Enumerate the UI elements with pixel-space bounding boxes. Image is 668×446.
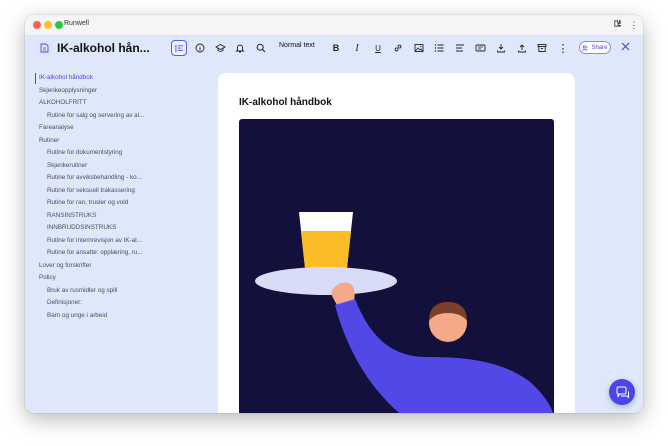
minimize-window-button[interactable] bbox=[44, 21, 52, 29]
app-name: Runwell bbox=[64, 20, 89, 27]
outline-item[interactable]: IK-alkohol håndbok bbox=[39, 74, 93, 81]
italic-button[interactable]: I bbox=[349, 40, 365, 56]
upload-icon bbox=[518, 44, 526, 53]
info-button[interactable] bbox=[192, 40, 208, 56]
share-label: Share bbox=[591, 44, 608, 51]
search-icon bbox=[256, 43, 266, 53]
outline-item[interactable]: Barn og unge i arbeid bbox=[47, 312, 107, 319]
archive-icon bbox=[537, 44, 547, 52]
outline-sidebar: IK-alkohol håndbok Skjenkeopplysninger A… bbox=[25, 63, 215, 413]
link-button[interactable] bbox=[390, 40, 406, 56]
close-document-button[interactable] bbox=[617, 40, 633, 56]
search-button[interactable] bbox=[253, 40, 269, 56]
image-button[interactable] bbox=[411, 40, 427, 56]
outline-item[interactable]: INNBRUDDSINSTRUKS bbox=[47, 224, 116, 231]
outline-item[interactable]: Skjenkeopplysninger bbox=[39, 87, 97, 94]
outline-item[interactable]: Definisjoner: bbox=[47, 299, 82, 306]
outline-icon bbox=[174, 44, 183, 52]
outline-item[interactable]: Rutine for avviksbehandling - ko... bbox=[47, 174, 142, 181]
outline-item[interactable]: Rutine for salg og servering av al... bbox=[47, 112, 144, 119]
info-icon bbox=[195, 43, 205, 53]
outline-item[interactable]: Rutine for ran, trusler og vold bbox=[47, 199, 128, 206]
upload-button[interactable] bbox=[514, 40, 530, 56]
share-button[interactable]: Share bbox=[579, 41, 611, 54]
archive-button[interactable] bbox=[534, 40, 550, 56]
editor-toolbar: IK-alkohol hån... Normal text B I U ⋮ Sh… bbox=[25, 35, 643, 63]
document-icon bbox=[40, 43, 48, 53]
document-heading[interactable]: IK-alkohol håndbok bbox=[239, 97, 332, 108]
cover-illustration bbox=[239, 119, 554, 413]
link-icon bbox=[394, 44, 402, 52]
outline-item[interactable]: RANSINSTRUKS bbox=[47, 212, 96, 219]
outline-toggle-button[interactable] bbox=[171, 40, 187, 56]
outline-item[interactable]: Rutine for ansatte: opplæring, ru... bbox=[47, 249, 143, 256]
bullet-list-button[interactable] bbox=[431, 40, 447, 56]
outline-item[interactable]: Rutine for dokumentstyring bbox=[47, 149, 122, 156]
share-icon bbox=[582, 45, 588, 51]
text-style-select[interactable]: Normal text bbox=[279, 42, 315, 49]
align-button[interactable] bbox=[452, 40, 468, 56]
align-icon bbox=[456, 44, 464, 52]
outline-item[interactable]: ALKOHOLFRITT bbox=[39, 99, 87, 106]
active-indicator bbox=[35, 73, 36, 84]
chat-icon bbox=[616, 386, 629, 398]
outline-item[interactable]: Fareanalyse bbox=[39, 124, 74, 131]
image-icon bbox=[414, 44, 424, 52]
more-icon: ⋮ bbox=[557, 42, 569, 55]
bold-button[interactable]: B bbox=[328, 40, 344, 56]
outline-item[interactable]: Skjenkerutiner bbox=[47, 162, 87, 169]
outline-item[interactable]: Policy bbox=[39, 274, 56, 281]
bell-icon bbox=[235, 44, 245, 53]
document-icon-button[interactable] bbox=[36, 40, 52, 56]
extensions-icon[interactable] bbox=[611, 19, 623, 31]
outline-item[interactable]: Rutine for internrevisjon av IK-al... bbox=[47, 237, 142, 244]
close-icon bbox=[621, 42, 629, 51]
underline-button[interactable]: U bbox=[370, 40, 386, 56]
outline-item[interactable]: Lover og forskrifter bbox=[39, 262, 92, 269]
window-menu-icon[interactable]: ⋮ bbox=[628, 19, 640, 31]
embed-button[interactable] bbox=[472, 40, 488, 56]
chat-button[interactable] bbox=[609, 379, 635, 405]
italic-icon: I bbox=[355, 42, 359, 54]
outline-item[interactable]: Bruk av rusmidler og spill bbox=[47, 287, 117, 294]
notifications-button[interactable] bbox=[232, 40, 248, 56]
close-window-button[interactable] bbox=[33, 21, 41, 29]
download-icon bbox=[497, 44, 505, 53]
bullet-list-icon bbox=[434, 44, 444, 52]
document-page: IK-alkohol håndbok bbox=[218, 73, 575, 413]
more-options-button[interactable]: ⋮ bbox=[555, 40, 571, 56]
embed-icon bbox=[475, 44, 485, 52]
outline-item[interactable]: Rutine for seksuell trakassering bbox=[47, 187, 135, 194]
maximize-window-button[interactable] bbox=[55, 21, 63, 29]
document-title[interactable]: IK-alkohol hån... bbox=[57, 41, 150, 55]
download-button[interactable] bbox=[493, 40, 509, 56]
graduation-cap-icon bbox=[214, 43, 226, 52]
training-button[interactable] bbox=[212, 40, 228, 56]
app-window: Runwell ⋮ IK-alkohol hån... Normal text … bbox=[25, 15, 643, 413]
underline-icon: U bbox=[375, 43, 381, 53]
title-bar: Runwell ⋮ bbox=[25, 15, 643, 36]
bold-icon: B bbox=[332, 43, 340, 53]
outline-item[interactable]: Rutiner bbox=[39, 137, 59, 144]
